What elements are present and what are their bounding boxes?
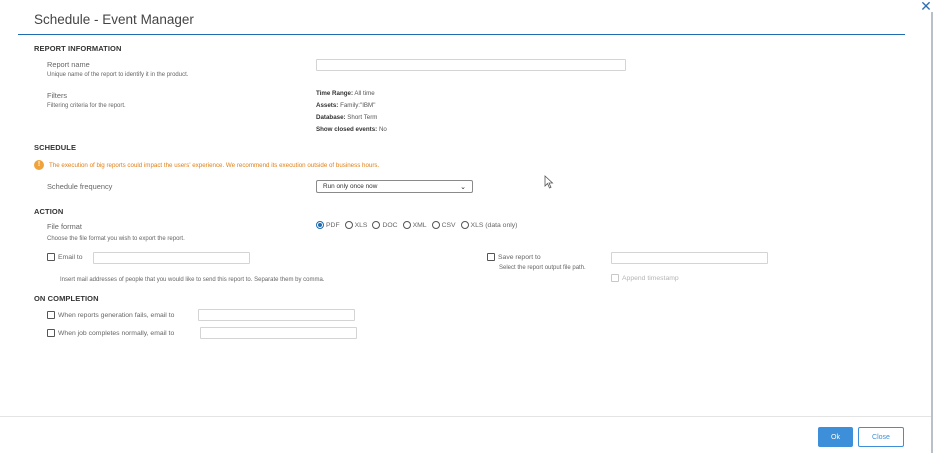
dialog-title: Schedule - Event Manager: [34, 12, 194, 27]
email-hint: Insert mail addresses of people that you…: [60, 277, 325, 283]
chevron-down-icon: ⌄: [460, 183, 466, 191]
on-fail-email-checkbox[interactable]: When reports generation fails, email to: [47, 311, 174, 319]
on-complete-email-checkbox[interactable]: When job completes normally, email to: [47, 329, 174, 337]
section-schedule: SCHEDULE: [34, 143, 77, 152]
checkbox-icon: [47, 329, 55, 337]
section-on-completion: ON COMPLETION: [34, 294, 99, 303]
radio-icon: [402, 221, 411, 229]
radio-selected-icon: [316, 221, 324, 229]
on-fail-email-input[interactable]: [198, 309, 355, 321]
checkbox-icon: [47, 253, 55, 261]
radio-icon: [460, 221, 469, 229]
mouse-cursor-icon: [544, 175, 554, 189]
section-action: ACTION: [34, 207, 64, 216]
format-radio-xml[interactable]: XML: [402, 221, 427, 229]
warning-icon: !: [34, 160, 44, 170]
save-report-path-input[interactable]: [611, 252, 768, 264]
schedule-warning: ! The execution of big reports could imp…: [34, 160, 379, 170]
report-name-hint: Unique name of the report to identify it…: [47, 72, 189, 78]
filter-show-closed: Show closed events: No: [316, 126, 387, 133]
schedule-dialog: Schedule - Event Manager ✕ REPORT INFORM…: [0, 0, 933, 453]
title-divider: [18, 34, 905, 35]
format-radio-xls[interactable]: XLS: [344, 221, 367, 229]
report-name-label: Report name: [47, 60, 90, 69]
section-report-information: REPORT INFORMATION: [34, 44, 122, 53]
file-format-hint: Choose the file format you wish to expor…: [47, 236, 185, 242]
schedule-frequency-label: Schedule frequency: [47, 182, 113, 191]
format-radio-csv[interactable]: CSV: [431, 221, 456, 229]
checkbox-icon: [487, 253, 495, 261]
email-to-input[interactable]: [93, 252, 250, 264]
on-complete-email-input[interactable]: [200, 327, 357, 339]
close-button[interactable]: Close: [858, 427, 904, 447]
footer-divider: [0, 416, 931, 417]
warning-text: The execution of big reports could impac…: [49, 161, 380, 169]
report-name-input[interactable]: [316, 59, 626, 71]
email-to-checkbox[interactable]: Email to: [47, 253, 83, 261]
radio-icon: [344, 221, 353, 229]
close-icon[interactable]: ✕: [919, 0, 933, 13]
file-format-radios: PDF XLS DOC XML CSV XLS (data only): [316, 221, 522, 229]
filter-assets: Assets: Family:"IBM": [316, 102, 376, 109]
filters-label: Filters: [47, 91, 68, 100]
format-radio-pdf[interactable]: PDF: [316, 221, 340, 229]
radio-icon: [372, 221, 381, 229]
format-radio-xls-data-only[interactable]: XLS (data only): [460, 221, 517, 229]
schedule-frequency-value: Run only once now: [323, 183, 378, 190]
save-report-checkbox[interactable]: Save report to: [487, 253, 541, 261]
ok-button[interactable]: Ok: [818, 427, 853, 447]
filters-hint: Filtering criteria for the report.: [47, 103, 126, 109]
schedule-frequency-select[interactable]: Run only once now ⌄: [316, 180, 473, 193]
file-format-label: File format: [47, 222, 82, 231]
filter-database: Database: Short Term: [316, 114, 378, 121]
append-timestamp-checkbox[interactable]: Append timestamp: [611, 274, 679, 282]
radio-icon: [431, 221, 440, 229]
filter-time-range: Time Range: All time: [316, 90, 375, 97]
save-report-hint: Select the report output file path.: [499, 265, 586, 271]
checkbox-icon: [611, 274, 619, 282]
format-radio-doc[interactable]: DOC: [372, 221, 398, 229]
checkbox-icon: [47, 311, 55, 319]
